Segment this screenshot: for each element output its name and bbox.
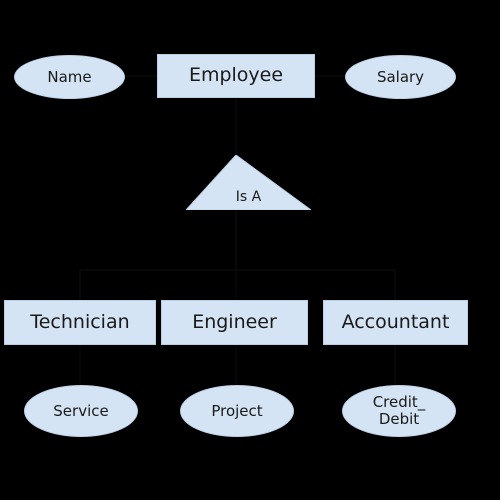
node-service-attribute[interactable]: Service (24, 385, 138, 437)
node-project-attribute-label: Project (211, 401, 263, 420)
edge-isa-to-technician (79, 210, 237, 300)
node-isa-relationship-label: Is A (235, 189, 262, 206)
er-diagram-canvas: Name Employee Salary Is A Technician Eng… (0, 0, 500, 500)
node-isa-relationship[interactable]: Is A (186, 155, 311, 210)
node-technician-entity[interactable]: Technician (4, 300, 156, 345)
node-service-attribute-label: Service (53, 401, 109, 420)
node-technician-entity-label: Technician (30, 310, 130, 333)
node-engineer-entity[interactable]: Engineer (161, 300, 308, 345)
node-project-attribute[interactable]: Project (180, 385, 294, 437)
edge-isa-to-accountant (235, 210, 396, 300)
node-name-attribute-label: Name (47, 67, 92, 86)
node-accountant-entity-label: Accountant (341, 310, 450, 333)
node-salary-attribute-label: Salary (376, 67, 425, 86)
node-name-attribute[interactable]: Name (14, 55, 125, 99)
node-credit-debit-attribute-label: Credit_ Debit (372, 393, 426, 428)
node-employee-entity-label: Employee (188, 64, 284, 87)
node-credit-debit-attribute[interactable]: Credit_ Debit (342, 385, 456, 437)
node-employee-entity[interactable]: Employee (157, 54, 315, 98)
node-accountant-entity[interactable]: Accountant (323, 300, 468, 345)
node-salary-attribute[interactable]: Salary (345, 55, 456, 99)
node-engineer-entity-label: Engineer (192, 310, 277, 333)
